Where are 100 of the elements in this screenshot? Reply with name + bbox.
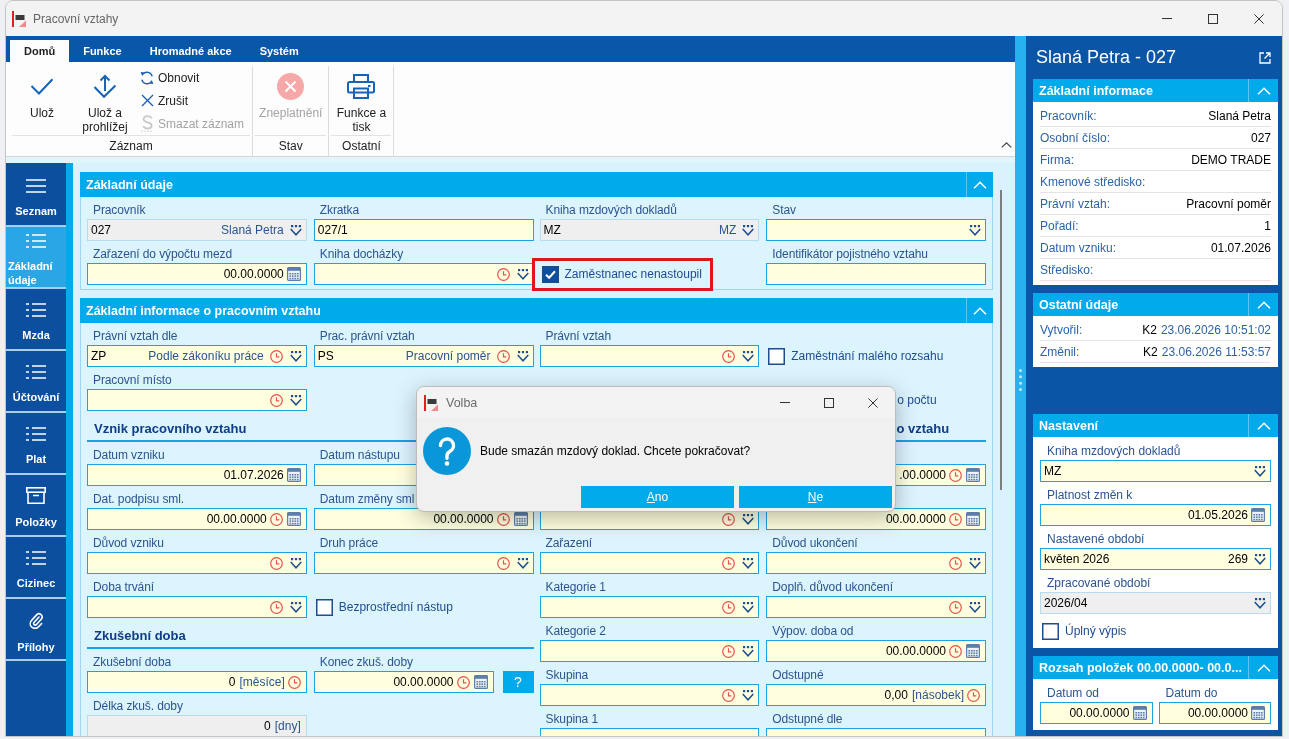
close-icon[interactable] [1254,13,1264,24]
date-field[interactable]: 00.00.0000 [87,263,307,285]
calendar-icon[interactable] [966,468,980,482]
maximize-icon[interactable] [824,397,834,408]
dropdown-field[interactable]: MZ MZ [539,219,760,241]
dropdown-field[interactable] [539,596,760,618]
dropdown-icon[interactable] [742,513,755,525]
clock-icon[interactable] [722,644,736,658]
popout-icon[interactable] [1259,51,1271,64]
dropdown-icon[interactable] [969,557,981,569]
dropdown-icon[interactable] [1254,465,1266,477]
clock-icon[interactable] [722,600,736,614]
checkbox[interactable] [541,265,559,283]
clock-icon[interactable] [269,600,283,614]
dropdown-icon[interactable] [516,350,529,362]
number-field[interactable]: 0 [dny] [87,715,307,736]
dropdown-icon[interactable] [289,601,302,613]
calendar-icon[interactable] [1251,706,1265,720]
clock-icon[interactable] [949,512,962,526]
dropdown-icon[interactable] [289,224,302,236]
date-field[interactable]: 00.00.0000 [766,508,986,530]
close-icon[interactable] [868,397,878,408]
clock-icon[interactable] [949,600,962,614]
ribbon-button[interactable]: Ulož [14,66,70,135]
dropdown-icon[interactable] [289,557,302,569]
clock-icon[interactable] [269,512,283,526]
dropdown-field[interactable] [766,219,986,241]
ribbon-button[interactable]: Ulož a prohlížej [77,66,133,135]
dropdown-field[interactable]: MZ [1040,460,1271,482]
dropdown-field[interactable] [87,389,307,411]
ribbon-tab[interactable]: Domů [10,40,70,62]
dropdown-field[interactable]: 2026/04 [1040,592,1271,614]
dropdown-icon[interactable] [742,689,755,701]
dropdown-icon[interactable] [516,557,529,569]
date-field[interactable]: 01.05.2026 [1040,504,1271,526]
calendar-icon[interactable] [966,512,980,526]
dropdown-field[interactable] [313,552,534,574]
clock-icon[interactable] [949,468,962,482]
clock-icon[interactable] [269,349,283,363]
text-field[interactable]: 027/1 [313,219,534,241]
clock-icon[interactable] [949,556,962,570]
dropdown-icon[interactable] [289,394,302,406]
text-field[interactable] [766,263,986,285]
checkbox[interactable] [315,598,333,616]
dropdown-field[interactable] [539,345,760,367]
date-field[interactable]: 00.00.0000 [1158,702,1271,724]
clock-icon[interactable] [269,393,283,407]
clock-icon[interactable] [722,512,736,526]
calendar-icon[interactable] [286,512,301,526]
dropdown-icon[interactable] [969,224,981,236]
number-field[interactable]: 0,00 [násobek] [766,684,986,706]
clock-icon[interactable] [967,688,980,702]
calendar-icon[interactable] [286,468,301,482]
dropdown-icon[interactable] [742,224,755,236]
ribbon-tab[interactable]: Funkce [69,40,136,62]
dropdown-icon[interactable] [742,557,755,569]
calendar-icon[interactable] [1132,706,1147,720]
dropdown-icon[interactable] [969,601,981,613]
dropdown-icon[interactable] [742,601,755,613]
date-field[interactable]: 00.00.0000 [1040,702,1153,724]
dropdown-field[interactable]: PS Pracovní poměr [313,345,534,367]
dropdown-icon[interactable] [289,350,302,362]
scrollbar-thumb[interactable] [1000,190,1002,490]
clock-icon[interactable] [496,349,510,363]
date-field[interactable]: 00.00.0000 [313,508,534,530]
dropdown-field[interactable] [766,552,986,574]
clock-icon[interactable] [722,556,736,570]
dropdown-icon[interactable] [742,350,755,362]
calendar-icon[interactable] [1251,508,1265,522]
calendar-icon[interactable] [286,267,301,281]
dropdown-icon[interactable] [742,645,755,657]
dropdown-icon[interactable] [516,268,529,280]
dropdown-icon[interactable] [1254,553,1266,565]
dropdown-icon[interactable] [1254,597,1266,609]
date-field[interactable]: 00.00.0000 [766,640,986,662]
calendar-icon[interactable] [966,644,980,658]
dropdown-field[interactable] [539,640,760,662]
dropdown-field[interactable] [766,596,986,618]
dropdown-field[interactable] [313,263,534,285]
checkbox[interactable] [768,347,786,365]
maximize-icon[interactable] [1208,13,1218,24]
ribbon-button[interactable]: Zrušit [140,89,249,112]
dropdown-field[interactable] [539,552,760,574]
dropdown-field[interactable] [87,552,307,574]
number-field[interactable]: 0 [měsíce] [87,671,307,693]
clock-icon[interactable] [287,675,301,689]
date-field[interactable]: 01.07.2026 [87,464,307,486]
ribbon-tab[interactable]: Systém [245,40,313,62]
calendar-icon[interactable] [473,675,488,689]
date-field[interactable]: 00.00.0000 [313,671,494,693]
dropdown-field[interactable]: ZP Podle zákoníku práce [87,345,307,367]
clock-icon[interactable] [496,512,510,526]
clock-icon[interactable] [496,267,510,281]
splitter-grip-icon[interactable] [1019,369,1022,391]
calendar-icon[interactable] [513,512,528,526]
date-field[interactable]: 00.00.0000 [87,508,307,530]
clock-icon[interactable] [269,556,283,570]
dropdown-field[interactable] [87,596,307,618]
dropdown-field[interactable]: květen 2026 269 [1040,548,1271,570]
ribbon-button[interactable]: Obnovit [140,66,249,89]
